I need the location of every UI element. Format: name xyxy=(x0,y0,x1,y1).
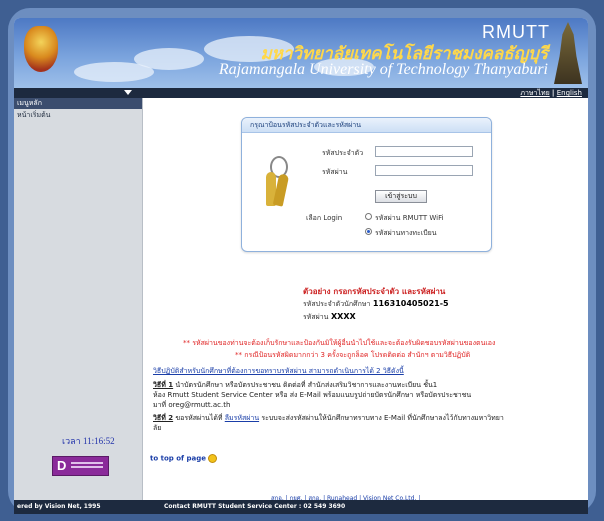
header-english-name: Rajamangala University of Technology Tha… xyxy=(218,61,548,78)
example-id-value: 116310405021-5 xyxy=(372,299,449,308)
login-button[interactable]: เข้าสู่ระบบ xyxy=(375,190,427,203)
statue-image xyxy=(554,22,582,84)
step2-label: วิธีที่ 2 xyxy=(153,414,174,422)
vision-net-logo-icon: D xyxy=(57,458,67,473)
example-id-label: รหัสประจำตัวนักศึกษา xyxy=(303,300,371,308)
username-input[interactable] xyxy=(375,146,473,157)
keys-icon xyxy=(266,156,290,211)
vision-net-badge[interactable]: D xyxy=(52,456,109,476)
to-top-icon[interactable] xyxy=(207,454,217,463)
notice-2: ** กรณีป้อนรหัสผิดมากกว่า 3 ครั้งจะถูกล็… xyxy=(235,351,471,359)
step1-label: วิธีที่ 1 xyxy=(153,381,174,389)
to-top-link[interactable]: to top of page xyxy=(150,454,217,463)
example-id-row: รหัสประจำตัวนักศึกษา 116310405021-5 xyxy=(303,299,449,310)
step1-line3: มาที่ oreg@rmutt.ac.th xyxy=(153,401,231,409)
sidebar-heading: เมนูหลัก xyxy=(14,98,142,109)
sidebar-item-home[interactable]: หน้าเริ่มต้น xyxy=(14,109,142,121)
main-content: กรุณาป้อนรหัสประจำตัวและรหัสผ่าน รหัสประ… xyxy=(143,98,588,502)
menu-arrow-icon[interactable] xyxy=(124,90,132,95)
login-type-label: เลือก Login xyxy=(306,214,343,222)
radio-wifi[interactable] xyxy=(365,213,372,220)
example-pw-value: XXXX xyxy=(331,312,356,321)
lang-separator: | xyxy=(551,89,555,97)
password-label: รหัสผ่าน xyxy=(322,168,348,176)
radio-wifi-label[interactable]: รหัสผ่าน RMUTT WiFi xyxy=(375,213,444,224)
lang-thai-link[interactable]: ภาษาไทย xyxy=(520,89,549,97)
footer-bar: ered by Vision Net, 1995 Contact RMUTT S… xyxy=(14,500,588,514)
cloud xyxy=(74,62,154,82)
browser-viewport: RMUTT มหาวิทยาลัยเทคโนโลยีราชมงคลธัญบุรี… xyxy=(14,18,588,514)
badge-lines-icon xyxy=(71,462,103,464)
language-switch: ภาษาไทย | English xyxy=(520,88,582,98)
example-pw-row: รหัสผ่าน XXXX xyxy=(303,312,356,323)
password-input[interactable] xyxy=(375,165,473,176)
instructions-title[interactable]: วิธีปฏิบัติสำหรับนักศึกษาที่ต้องการขอทรา… xyxy=(153,366,404,377)
step2-pre: ขอรหัสผ่านได้ที่ xyxy=(175,414,223,422)
radio-registration-label[interactable]: รหัสผ่านทางทะเบียน xyxy=(375,228,437,239)
lang-english-link[interactable]: English xyxy=(557,89,582,97)
footer-contact: Contact RMUTT Student Service Center : 0… xyxy=(164,503,346,510)
example-pw-label: รหัสผ่าน xyxy=(303,313,329,321)
login-title: กรุณาป้อนรหัสประจำตัวและรหัสผ่าน xyxy=(242,118,491,133)
username-label: รหัสประจำตัว xyxy=(322,149,364,157)
clock-display: เวลา 11:16:52 xyxy=(62,436,115,446)
login-panel: กรุณาป้อนรหัสประจำตัวและรหัสผ่าน รหัสประ… xyxy=(241,117,492,252)
top-nav-bar: ภาษาไทย | English xyxy=(14,88,588,98)
sidebar: เมนูหลัก หน้าเริ่มต้น เวลา 11:16:52 D xyxy=(14,98,143,500)
notice-1: ** รหัสผ่านของท่านจะต้องเก็บรักษาและป้อง… xyxy=(183,339,496,347)
radio-registration[interactable] xyxy=(365,228,372,235)
forgot-password-link[interactable]: ลืมรหัสผ่าน xyxy=(225,414,259,422)
footer-credit: ered by Vision Net, 1995 xyxy=(17,503,101,510)
step2-line1: วิธีที่ 2 ขอรหัสผ่านได้ที่ ลืมรหัสผ่าน ร… xyxy=(153,413,504,424)
header-banner: RMUTT มหาวิทยาลัยเทคโนโลยีราชมงคลธัญบุรี… xyxy=(14,18,588,88)
to-top-label[interactable]: to top of page xyxy=(150,455,206,463)
step2-line2: ลัย xyxy=(153,424,162,432)
step1-text: นำบัตรนักศึกษา หรือบัตรประชาชน ติดต่อที่… xyxy=(175,381,438,389)
university-logo[interactable] xyxy=(24,26,58,72)
example-heading: ตัวอย่าง กรอกรหัสประจำตัว และรหัสผ่าน xyxy=(303,287,446,296)
step2-text: ระบบจะส่งรหัสผ่านให้นักศึกษาทราบทาง E-Ma… xyxy=(261,414,504,422)
